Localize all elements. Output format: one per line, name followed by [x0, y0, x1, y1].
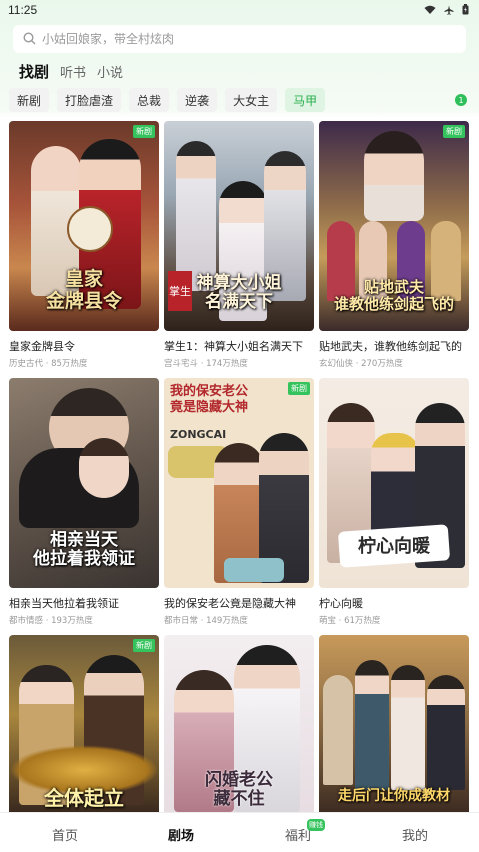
status-bar: 11:25 [0, 0, 479, 22]
drama-meta: 都市日常 · 149万热度 [164, 616, 248, 626]
drama-poster[interactable]: 新剧 贴地武夫 谁教他练剑起飞的 [319, 121, 469, 331]
drama-meta: 历史古代 · 85万热度 [9, 359, 88, 369]
drama-meta: 宫斗宅斗 · 174万热度 [164, 359, 248, 369]
chip-comeback[interactable]: 逆袭 [177, 88, 218, 112]
drama-meta: 萌宝 · 61万热度 [319, 616, 381, 626]
drama-card[interactable]: 相亲当天 他拉着我领证 相亲当天他拉着我领证 都市情感 · 193万热度 [9, 378, 159, 626]
drama-title[interactable]: 掌生1：神算大小姐名满天下 [164, 338, 314, 354]
drama-card[interactable]: 我的保安老公 竟是隐藏大神 ZONGCAI 新剧 我的保安老公竟是隐藏大神 都市日… [164, 378, 314, 626]
wifi-icon [424, 5, 436, 15]
drama-card[interactable]: 掌生 神算大小姐 名满天下 掌生1：神算大小姐名满天下 宫斗宅斗 · 174万热… [164, 121, 314, 369]
chip-new-drama[interactable]: 新剧 [9, 88, 50, 112]
drama-card[interactable]: 新剧 全体起立 [9, 635, 159, 812]
drama-poster[interactable]: 掌生 神算大小姐 名满天下 [164, 121, 314, 331]
nav-home[interactable]: 首页 [35, 825, 95, 844]
search-bar[interactable] [13, 25, 466, 53]
drama-card[interactable]: 闪婚老公 藏不住 [164, 635, 314, 812]
drama-poster[interactable]: 闪婚老公 藏不住 [164, 635, 314, 812]
drama-poster[interactable]: 我的保安老公 竟是隐藏大神 ZONGCAI 新剧 [164, 378, 314, 588]
chip-heroine[interactable]: 大女主 [225, 88, 278, 112]
search-input[interactable] [42, 32, 442, 46]
drama-meta: 玄幻仙侠 · 270万热度 [319, 359, 403, 369]
new-badge: 新剧 [288, 382, 310, 395]
chip-hidden-identity[interactable]: 马甲 [285, 88, 326, 112]
drama-poster[interactable]: 走后门让你成教材 [319, 635, 469, 812]
new-badge: 新剧 [133, 639, 155, 652]
tab-find-drama[interactable]: 找剧 [19, 61, 49, 82]
poster-title: 柠心向暖 [358, 536, 430, 558]
search-icon [23, 30, 36, 49]
drama-card[interactable]: 新剧 皇家 金牌县令 皇家金牌县令 历史古代 · 85万热度 [9, 121, 159, 369]
nav-profile[interactable]: 我的 [385, 825, 445, 844]
poster-title: 闪婚老公 藏不住 [205, 769, 273, 810]
drama-poster[interactable]: 相亲当天 他拉着我领证 [9, 378, 159, 588]
tab-novel[interactable]: 小说 [97, 62, 123, 81]
drama-title[interactable]: 皇家金牌县令 [9, 338, 159, 354]
drama-poster[interactable]: 新剧 皇家 金牌县令 [9, 121, 159, 331]
poster-title: 相亲当天 他拉着我领证 [33, 529, 135, 570]
new-badge: 新剧 [133, 125, 155, 138]
nav-theater[interactable]: 剧场 [151, 825, 211, 844]
tab-audiobook[interactable]: 听书 [60, 62, 86, 81]
poster-title: 走后门让你成教材 [338, 787, 450, 804]
drama-poster[interactable]: 新剧 全体起立 [9, 635, 159, 812]
battery-icon [462, 4, 469, 15]
content-type-tabs: 找剧 听书 小说 [19, 61, 123, 82]
chip-ceo[interactable]: 总裁 [129, 88, 170, 112]
drama-meta: 都市情感 · 193万热度 [9, 616, 93, 626]
new-badge: 新剧 [443, 125, 465, 138]
drama-poster[interactable]: 柠心向暖 [319, 378, 469, 588]
category-chips: 新剧 打脸虐渣 总裁 逆袭 大女主 马甲 [9, 88, 326, 112]
airplane-icon [444, 5, 454, 15]
welfare-badge: 赚钱 [307, 819, 325, 831]
bottom-nav: 首页 剧场 福利 赚钱 我的 [0, 812, 479, 852]
drama-title[interactable]: 贴地武夫，谁教他练剑起飞的 [319, 338, 469, 354]
filter-count-badge[interactable]: 1 [455, 94, 467, 106]
drama-card[interactable]: 柠心向暖 柠心向暖 萌宝 · 61万热度 [319, 378, 469, 626]
chip-face-slap[interactable]: 打脸虐渣 [57, 88, 122, 112]
drama-title[interactable]: 相亲当天他拉着我领证 [9, 595, 159, 611]
poster-title: 贴地武夫 谁教他练剑起飞的 [333, 277, 454, 313]
drama-card[interactable]: 走后门让你成教材 [319, 635, 469, 812]
drama-title[interactable]: 我的保安老公竟是隐藏大神 [164, 595, 314, 611]
status-time: 11:25 [8, 3, 38, 17]
drama-title[interactable]: 柠心向暖 [319, 595, 469, 611]
poster-title: 神算大小姐 名满天下 [196, 272, 282, 313]
poster-title: 全体起立 [44, 786, 124, 810]
drama-card[interactable]: 新剧 贴地武夫 谁教他练剑起飞的 贴地武夫，谁教他练剑起飞的 玄幻仙侠 · 27… [319, 121, 469, 369]
poster-title: 皇家 金牌县令 [45, 268, 122, 313]
